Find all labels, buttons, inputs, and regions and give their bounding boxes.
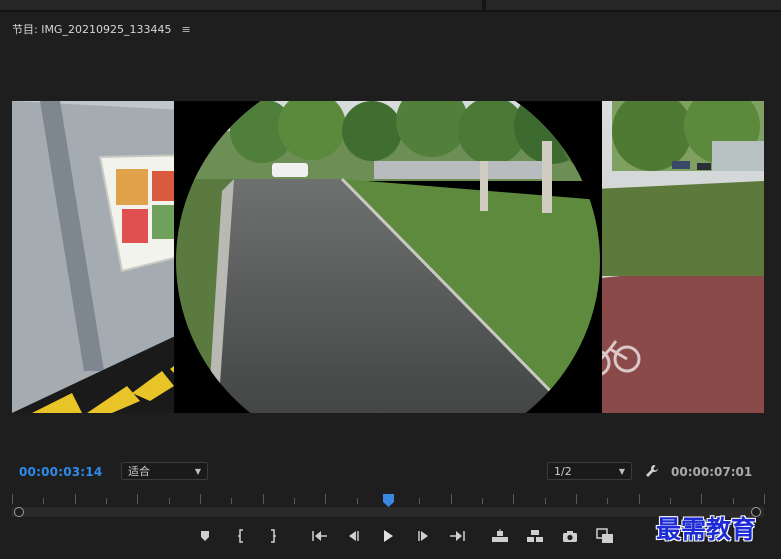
comparison-view-icon — [596, 528, 613, 543]
lift-button[interactable] — [489, 525, 511, 547]
chevron-down-icon: ▼ — [194, 466, 201, 476]
comparison-view-button[interactable] — [594, 525, 616, 547]
mark-out-icon — [271, 529, 276, 543]
ruler-tick — [670, 498, 671, 504]
ruler-tick — [545, 498, 546, 504]
step-forward-icon — [418, 531, 428, 541]
go-to-in-button[interactable] — [309, 525, 331, 547]
panel-header: 节目: IMG_20210925_133445 ≡ — [12, 20, 191, 38]
watermark-logo: 最需教育 — [656, 515, 757, 544]
export-frame-button[interactable] — [559, 525, 581, 547]
ruler-tick — [231, 498, 232, 504]
ruler-tick — [325, 494, 326, 504]
ruler-tick — [357, 498, 358, 504]
ruler-tick — [764, 494, 765, 504]
panel-title: 节目: IMG_20210925_133445 — [12, 23, 172, 36]
step-forward-button[interactable] — [413, 525, 435, 547]
ruler-tick — [639, 494, 640, 504]
wrench-icon[interactable] — [645, 463, 659, 482]
ruler-tick — [482, 498, 483, 504]
marker-icon — [201, 531, 209, 541]
lift-icon — [492, 529, 508, 542]
ruler-tick — [137, 494, 138, 504]
ruler-tick — [106, 498, 107, 504]
ruler-tick — [200, 494, 201, 504]
mark-in-button[interactable] — [230, 525, 252, 547]
chevron-down-icon: ▼ — [618, 466, 625, 476]
ruler-tick — [576, 494, 577, 504]
step-back-icon — [349, 531, 359, 541]
current-timecode[interactable]: 00:00:03:14 — [19, 465, 102, 479]
mark-out-button[interactable] — [262, 525, 284, 547]
ruler-tick — [419, 498, 420, 504]
ruler-tick — [513, 494, 514, 504]
go-to-in-icon — [312, 531, 327, 541]
play-icon — [384, 530, 393, 542]
ruler-tick — [75, 494, 76, 504]
zoom-level-value: 适合 — [128, 465, 150, 478]
ruler-tick — [263, 494, 264, 504]
extract-button[interactable] — [524, 525, 546, 547]
zoom-level-select[interactable]: 适合 ▼ — [121, 462, 208, 480]
go-to-out-button[interactable] — [446, 525, 468, 547]
zoom-scrollbar[interactable] — [12, 507, 764, 517]
play-button[interactable] — [377, 525, 399, 547]
step-back-button[interactable] — [342, 525, 364, 547]
ruler-tick — [607, 498, 608, 504]
monitor-controls-row: 00:00:03:14 适合 ▼ 1/2 ▼ 00:00:07:01 — [0, 462, 781, 482]
playhead[interactable] — [383, 492, 394, 507]
panel-menu-icon[interactable]: ≡ — [181, 23, 190, 36]
ruler-tick — [701, 494, 702, 504]
ruler-tick — [12, 494, 13, 504]
playback-resolution-select[interactable]: 1/2 ▼ — [547, 462, 632, 480]
ruler-tick — [43, 498, 44, 504]
scrollbar-left-handle[interactable] — [14, 507, 24, 517]
add-marker-button[interactable] — [194, 525, 216, 547]
go-to-out-icon — [450, 531, 465, 541]
program-monitor-video[interactable]: 美 — [12, 101, 764, 413]
playback-resolution-value: 1/2 — [554, 464, 572, 478]
extract-icon — [527, 530, 543, 542]
mark-in-icon — [238, 529, 243, 543]
duration-timecode: 00:00:07:01 — [671, 465, 753, 479]
ruler-tick — [451, 494, 452, 504]
top-divider — [0, 0, 781, 12]
ruler-tick — [169, 498, 170, 504]
ruler-tick — [733, 498, 734, 504]
video-frame: 美 — [12, 101, 764, 413]
ruler-tick — [294, 498, 295, 504]
camera-icon — [563, 530, 577, 542]
